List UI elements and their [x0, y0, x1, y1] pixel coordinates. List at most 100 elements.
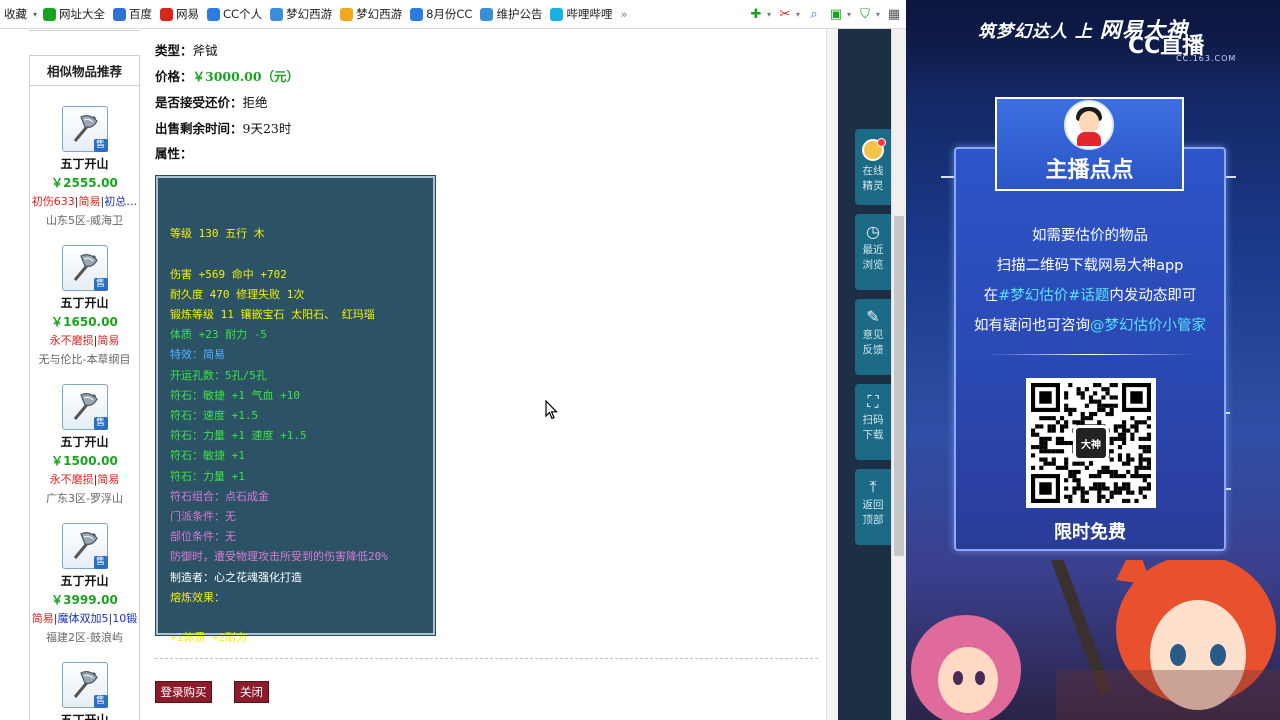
grid-icon[interactable]: ▦ [886, 7, 902, 23]
attribute-line [170, 244, 433, 264]
chevron-down-icon[interactable]: ▾ [33, 10, 37, 19]
attribute-line: 防御时，遭受物理攻击所受到的伤害降低20% [170, 550, 388, 564]
axe-icon[interactable]: 售 [61, 384, 108, 430]
game-icon[interactable]: ▣ [828, 7, 844, 23]
similar-item-name[interactable]: 五丁开山 [30, 711, 139, 720]
scrollbar-thumb[interactable] [894, 216, 904, 556]
anchor-name: 主播点点 [1045, 158, 1134, 183]
sale-tag: 售 [93, 417, 108, 430]
attributes-box: 等级 130 五行 木 伤害 +569 命中 +702 耐久度 470 修理失败 … [155, 175, 436, 644]
attribute-line: 熔炼效果： [170, 590, 225, 604]
similar-item-price: ￥1650.00 [51, 315, 118, 329]
similar-items-title: 相似物品推荐 [30, 56, 139, 86]
float-edit[interactable]: ✎ 意见 反馈 [855, 299, 891, 375]
attribute-line: 制造者：心之花魂强化打造 [170, 570, 302, 584]
bookmark-icon [160, 7, 174, 21]
similar-item-server: 福建2区-鼓浪屿 [46, 631, 123, 644]
bookmark-item[interactable]: 哔哩哔哩 [546, 0, 616, 28]
bookmark-item[interactable]: CC个人 [203, 0, 266, 28]
similar-item[interactable]: 售五丁开山 ￥2555.00 初伤633|简易|初总… 山东5区-威海卫 [30, 106, 139, 228]
cc-live-url: CC.163.COM [1176, 54, 1237, 63]
dashen-logo-icon: 大神 [1073, 425, 1109, 461]
clock-icon: ◷ [866, 222, 880, 241]
ad-line-3: 在#梦幻估价#话题内发动态即可 [983, 288, 1197, 304]
bookmark-item[interactable]: 网址大全 [39, 0, 109, 28]
attribute-line: 符石组合：点石成金 [170, 489, 269, 503]
similar-item-tags: 永不磨损|简易 [49, 334, 120, 347]
attribute-line: 符石：力量 +1 速度 +1.5 [170, 429, 307, 443]
topic-link[interactable]: #梦幻估价#话题 [998, 288, 1109, 304]
free-label: 限时免费 [1054, 522, 1126, 543]
attribute-line: 开运孔数：5孔/5孔 [170, 368, 267, 382]
attribute-line: 耐久度 470 修理失败 1次 [170, 287, 305, 301]
cc-live-ad-panel: 筑梦幻达人 上 网易大神 CC直播 CC.163.COM 主播点点 如需要估价的… [906, 0, 1280, 720]
bookmark-item[interactable]: 网易 [156, 0, 203, 28]
attribute-line: 特效：简易 [170, 348, 225, 362]
bookmark-item[interactable]: 维护公告 [476, 0, 546, 28]
price-row: 价格：￥3000.00（元） [155, 69, 300, 84]
anchor-avatar [1064, 100, 1114, 150]
bookmarks-bar: 收藏 ▾ 网址大全 百度 网易 CC个人 梦幻西游 梦幻西游 8月份CC 维护公告 哔哩哔哩 » ✚… [0, 0, 906, 29]
edit-icon: ✎ [866, 307, 880, 326]
type-row: 类型：斧钺 [155, 43, 218, 58]
bookmark-icon [113, 7, 127, 21]
bookmark-item[interactable]: 百度 [109, 0, 156, 28]
bookmarks-more[interactable]: » [616, 0, 631, 28]
price-value: ￥3000.00（元） [192, 69, 300, 84]
similar-item-price: ￥3999.00 [51, 593, 118, 607]
similar-item-price: ￥1500.00 [51, 454, 118, 468]
attribute-line: 伤害 +569 命中 +702 [170, 267, 287, 281]
close-button[interactable]: 关闭 [234, 681, 269, 703]
bookmark-item[interactable]: 8月份CC [406, 0, 476, 28]
similar-item-name[interactable]: 五丁开山 [30, 294, 139, 311]
sale-tag: 售 [93, 695, 108, 708]
similar-item-tags: 初伤633|简易|初总… [31, 195, 138, 208]
sale-tag: 售 [93, 556, 108, 569]
login-buy-button[interactable]: 登录购买 [155, 681, 212, 703]
axe-icon[interactable]: 售 [61, 245, 108, 291]
attributes-row: 属性： [155, 146, 193, 161]
scan-icon: ⛶ [867, 392, 879, 411]
bookmark-item[interactable]: 收藏 [0, 0, 31, 28]
scissors-icon[interactable]: ✂ [777, 7, 793, 23]
similar-item-price: ￥2555.00 [51, 176, 118, 190]
bookmark-item[interactable]: 梦幻西游 [336, 0, 406, 28]
axe-icon[interactable]: 售 [61, 106, 108, 152]
helper-account-link[interactable]: @梦幻估价小管家 [1090, 318, 1206, 334]
attribute-line: 符石：敏捷 +1 气血 +10 [170, 388, 300, 402]
anime-characters-image [911, 560, 1280, 720]
shield-icon[interactable]: ⛉ [857, 7, 873, 23]
similar-item-name[interactable]: 五丁开山 [30, 155, 139, 172]
sale-tag: 售 [93, 139, 108, 152]
similar-item[interactable]: 售五丁开山 ￥1650.00 永不磨损|简易 无与伦比-本草纲目 [30, 245, 139, 367]
similar-item-server: 无与伦比-本草纲目 [38, 353, 131, 366]
float-avatar[interactable]: 在线 精灵 [855, 129, 891, 205]
ad-line-1: 如需要估价的物品 [1032, 228, 1148, 244]
axe-icon[interactable]: 售 [61, 523, 108, 569]
similar-item-server: 广东3区-罗浮山 [46, 492, 123, 505]
similar-item-tags: 永不磨损|简易 [49, 473, 120, 486]
bookmark-item[interactable]: 梦幻西游 [266, 0, 336, 28]
float-back-to-top[interactable]: ⤒ 返回 顶部 [855, 469, 891, 545]
float-clock[interactable]: ◷ 最近 浏览 [855, 214, 891, 290]
axe-icon[interactable]: 售 [61, 662, 108, 708]
attribute-line [170, 204, 433, 224]
similar-item-name[interactable]: 五丁开山 [30, 572, 139, 589]
mouse-cursor-icon [545, 400, 558, 420]
trade-page: 相似物品推荐 售五丁开山 ￥2555.00 初伤633|简易|初总… 山东5区-威海卫… [0, 29, 838, 720]
similar-item-name[interactable]: 五丁开山 [30, 433, 139, 450]
add-icon[interactable]: ✚ [748, 7, 764, 23]
float-scan[interactable]: ⛶ 扫码 下载 [855, 384, 891, 460]
bookmark-icon [270, 7, 284, 21]
attribute-line: 部位条件：无 [170, 530, 236, 544]
search-icon[interactable]: ⌕ [806, 7, 822, 23]
similar-item[interactable]: 售五丁开山 ￥3999.00 简易|魔体双加5|10锻 福建2区-鼓浪屿 [30, 523, 139, 645]
similar-item[interactable]: 售五丁开山 [30, 662, 139, 720]
sprite-avatar-icon [862, 138, 886, 161]
bookmark-icon [550, 7, 564, 21]
similar-items-panel: 相似物品推荐 售五丁开山 ￥2555.00 初伤633|简易|初总… 山东5区-威海卫… [29, 55, 140, 720]
remaining-time-row: 出售剩余时间：9天23时 [155, 121, 292, 136]
browser-tools: ✚ ▾ ✂ ▾ ⌕ ▣ ▾ ⛉ ▾ ▦ [741, 0, 902, 28]
attribute-line: 符石：敏捷 +1 [170, 449, 245, 463]
similar-item[interactable]: 售五丁开山 ￥1500.00 永不磨损|简易 广东3区-罗浮山 [30, 384, 139, 506]
